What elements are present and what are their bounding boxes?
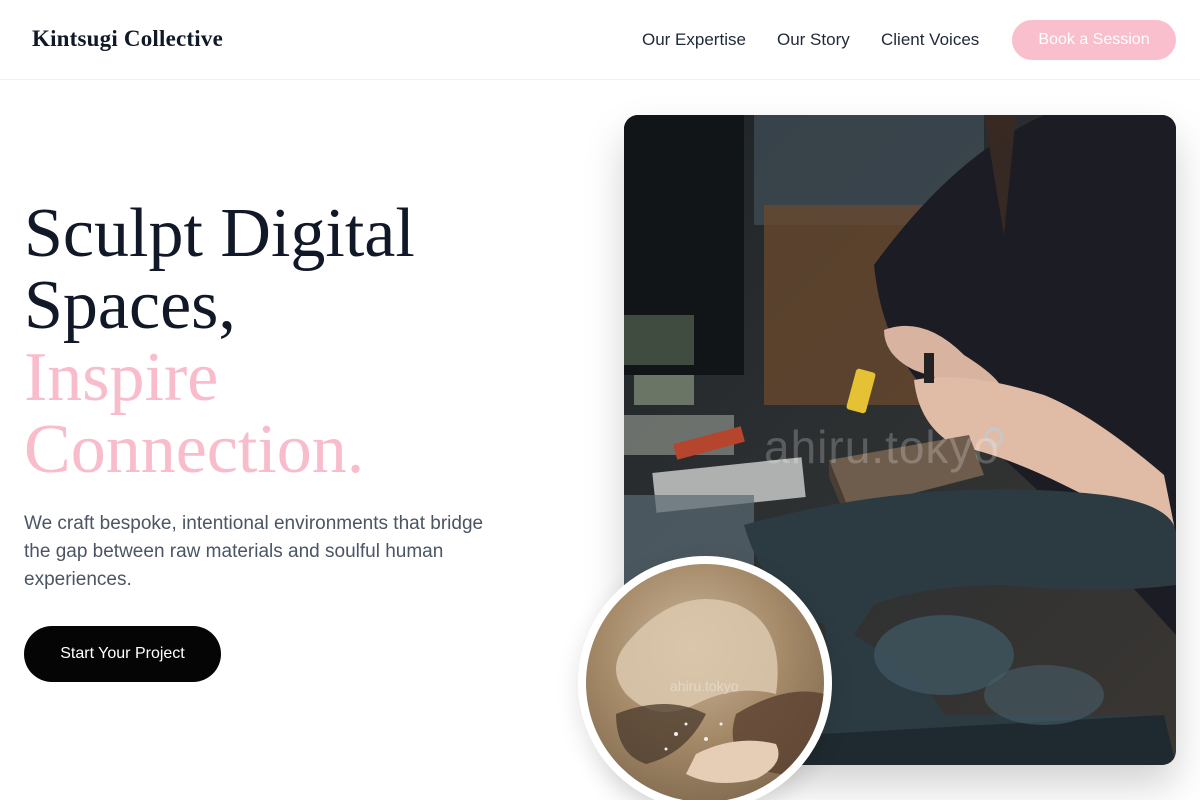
headline-line-2: Spaces, bbox=[24, 267, 236, 344]
circle-photo-watermark: ahiru.tokyo bbox=[670, 678, 739, 694]
site-header: Kintsugi Collective Our Expertise Our St… bbox=[0, 0, 1200, 80]
start-project-button[interactable]: Start Your Project bbox=[24, 626, 221, 682]
brand-logo[interactable]: Kintsugi Collective bbox=[32, 26, 223, 52]
nav-our-story[interactable]: Our Story bbox=[777, 30, 850, 50]
clay-detail-photo: ahiru.tokyo bbox=[578, 556, 832, 800]
nav-our-expertise[interactable]: Our Expertise bbox=[642, 30, 746, 50]
photo-watermark: ahiru.tokyo bbox=[764, 421, 1001, 473]
headline-accent-line-1: Inspire bbox=[24, 339, 219, 416]
book-session-button[interactable]: Book a Session bbox=[1012, 20, 1176, 60]
nav-client-voices[interactable]: Client Voices bbox=[881, 30, 979, 50]
headline-accent-line-2: Connection. bbox=[24, 411, 365, 488]
hero-headline: Sculpt Digital Spaces, Inspire Connectio… bbox=[24, 198, 584, 486]
hero-description: We craft bespoke, intentional environmen… bbox=[24, 513, 484, 590]
headline-line-1: Sculpt Digital bbox=[24, 195, 415, 272]
